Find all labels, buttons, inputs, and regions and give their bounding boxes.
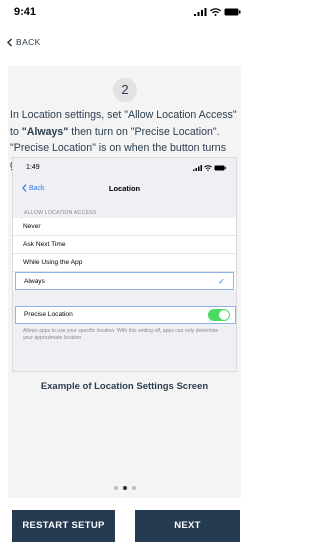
pagination-dots [0,486,249,490]
back-button[interactable]: BACK [6,37,41,47]
signal-icon [193,165,202,171]
example-status-time: 1:49 [26,164,40,171]
next-button[interactable]: NEXT [135,510,240,542]
example-option-always: Always ✓ [15,272,234,290]
example-section-header: ALLOW LOCATION ACCESS [24,210,97,216]
wifi-icon [204,165,212,171]
status-icons [194,8,241,16]
back-label: BACK [16,37,41,47]
example-options-list: Never Ask Next Time While Using the App … [13,218,236,290]
example-footnote: Allows apps to use your specific locatio… [23,328,219,341]
example-nav-bar: Back Location [13,180,236,200]
step-card: 2 In Location settings, set "Allow Locat… [8,66,241,498]
page-dot-active [122,486,127,490]
page-dot [131,486,136,490]
signal-icon [194,8,207,16]
screenshot-caption: Example of Location Settings Screen [40,381,209,392]
toggle-switch-icon [208,309,230,321]
example-option-while-using: While Using the App [13,254,236,272]
example-title: Location [108,184,141,193]
example-option-ask-next-time: Ask Next Time [13,236,236,254]
battery-icon [224,8,241,16]
wifi-icon [210,8,221,16]
checkmark-icon: ✓ [218,277,225,286]
status-bar: 9:41 [0,0,249,26]
restart-setup-button[interactable]: RESTART SETUP [12,510,115,542]
battery-icon [214,165,226,171]
example-option-always-label: Always [24,278,45,285]
page-dot [113,486,118,490]
status-time: 9:41 [14,6,37,18]
example-precise-location-row: Precise Location [15,306,236,324]
instructions-bold: "Always" [21,125,69,138]
step-number-badge: 2 [113,78,137,102]
example-option-never: Never [13,218,236,236]
chevron-left-icon [6,37,13,47]
example-precise-location-label: Precise Location [24,311,73,318]
example-status-icons [193,165,226,171]
example-screenshot: 1:49 Back Location ALLOW LOCATION ACCESS… [12,157,237,372]
